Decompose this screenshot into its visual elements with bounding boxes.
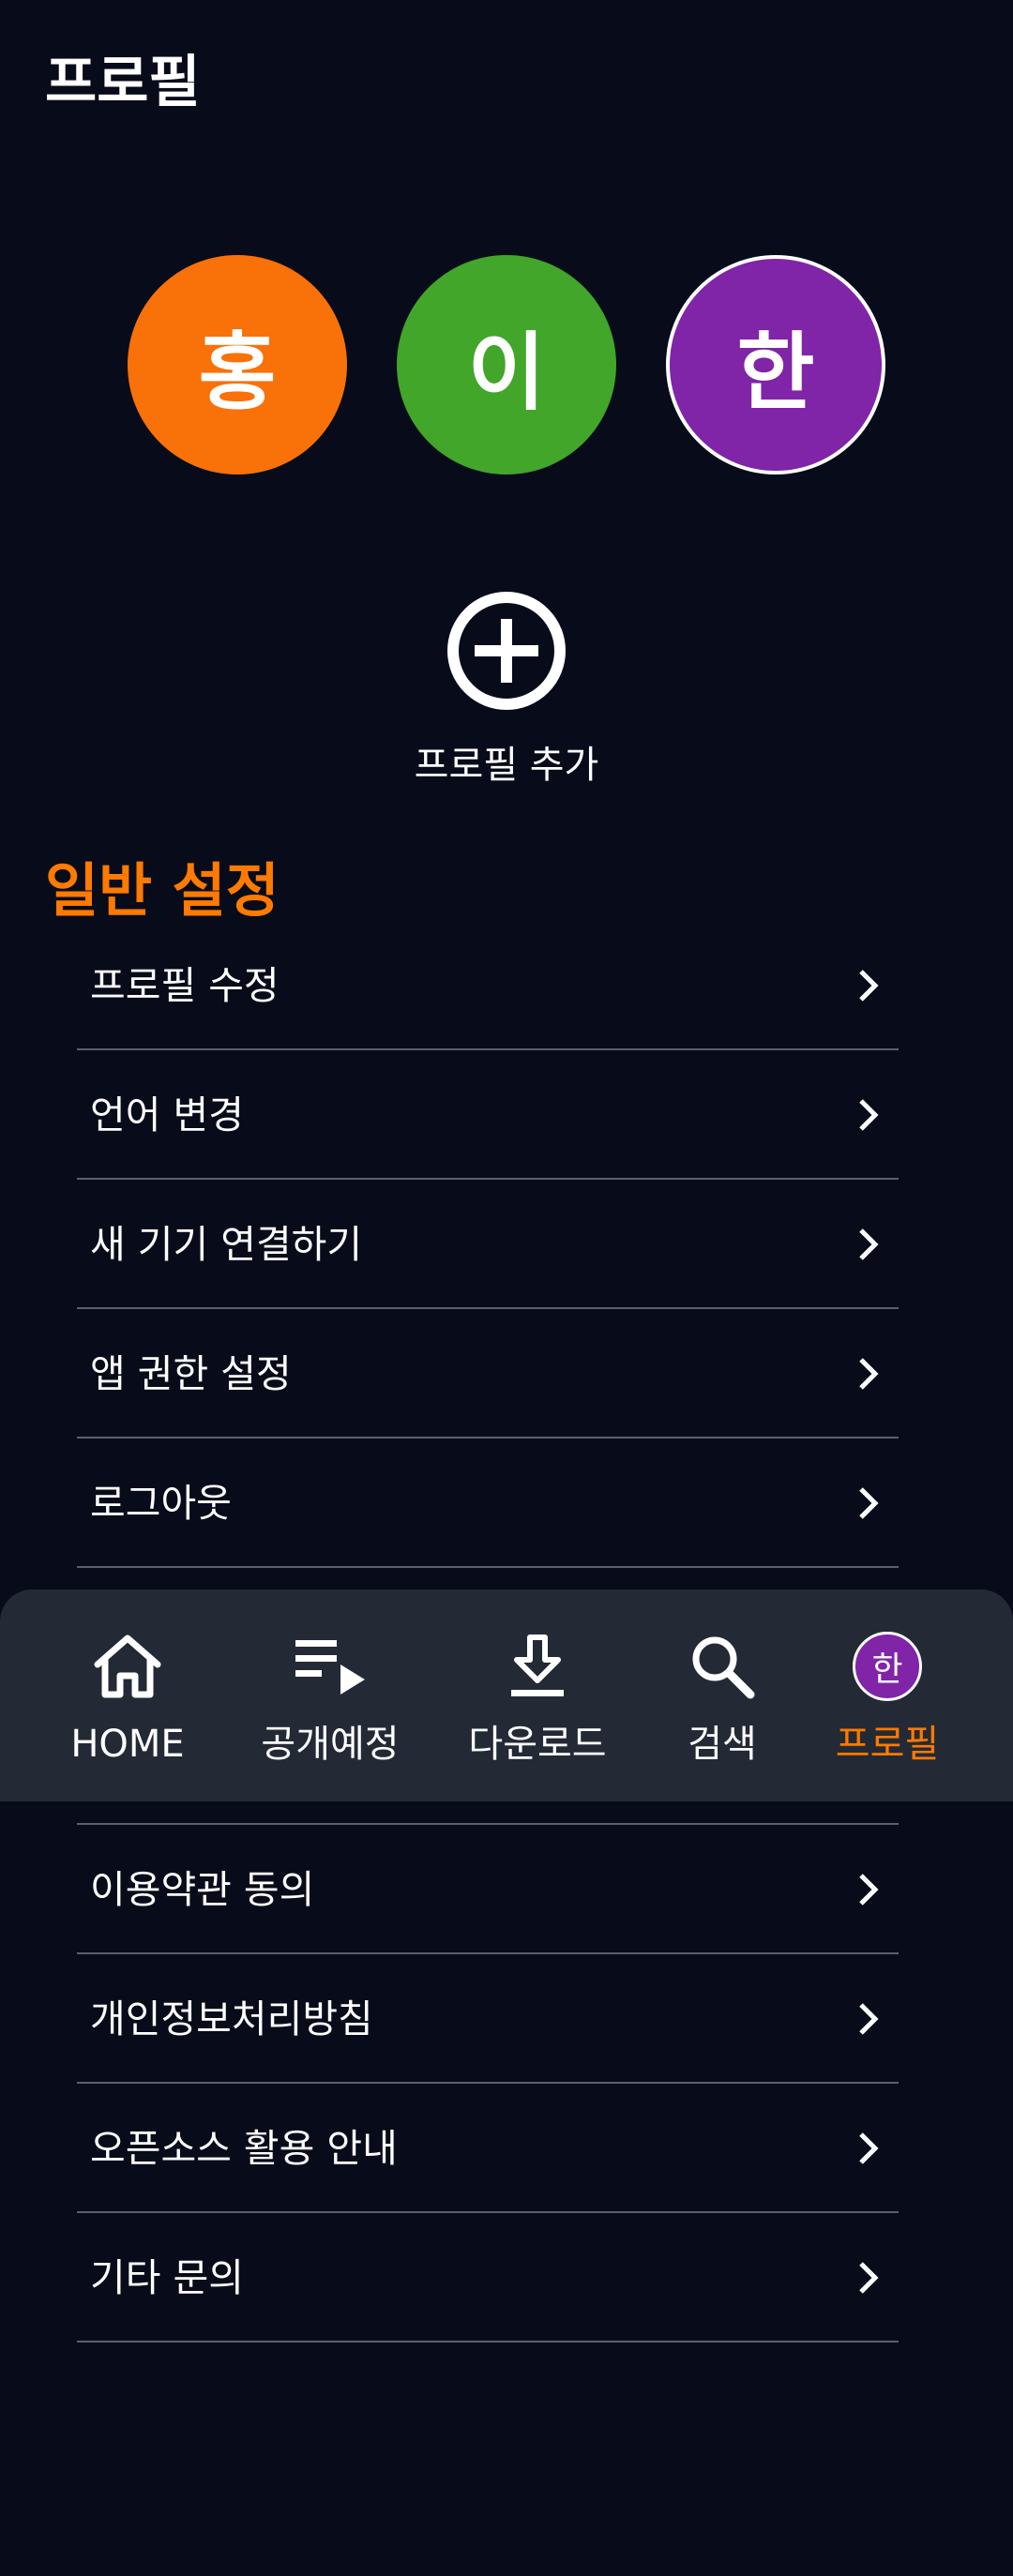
chevron-right-icon [859,1099,879,1131]
plus-circle-icon [447,592,566,710]
bottom-nav: HOME 공개예정 다운로드 검색 한 프로필 [0,1589,1013,1801]
profile-avatar-initial: 한 [736,324,815,422]
menu-item-change-language[interactable]: 언어 변경 [77,1052,899,1180]
menu-item-privacy-policy[interactable]: 개인정보처리방침 [77,1956,899,2084]
profile-avatar-initial: 이 [467,324,546,422]
menu-item-terms[interactable]: 이용약관 동의 [77,1827,899,1954]
profile-avatar-icon: 한 [850,1629,925,1704]
profile-page: 프로필 홍 이 한 프로필 추가 일반 설정 프로필 수정 언어 변경 새 기기… [0,0,1013,2576]
menu-item-label: 로그아웃 [90,1481,232,1526]
menu-item-app-permissions[interactable]: 앱 권한 설정 [77,1311,899,1439]
menu-item-open-source[interactable]: 오픈소스 활용 안내 [77,2086,899,2213]
nav-item-coming-soon[interactable]: 공개예정 [246,1589,415,1801]
menu-item-label: 기타 문의 [90,2255,244,2300]
playlist-icon [293,1629,368,1704]
menu-item-label: 개인정보처리방침 [90,1996,373,2041]
chevron-right-icon [859,1487,879,1519]
nav-item-search[interactable]: 검색 [657,1589,788,1801]
nav-item-home[interactable]: HOME [53,1589,203,1801]
add-profile-label: 프로필 추가 [414,744,599,787]
profile-avatar-lee[interactable]: 이 [397,255,616,475]
menu-item-other-inquiry[interactable]: 기타 문의 [77,2215,899,2343]
nav-item-download[interactable]: 다운로드 [458,1589,617,1801]
search-icon [685,1629,760,1704]
menu-item-logout[interactable]: 로그아웃 [77,1440,899,1568]
nav-item-profile[interactable]: 한 프로필 [822,1589,953,1801]
menu-item-connect-device[interactable]: 새 기기 연결하기 [77,1182,899,1309]
menu-item-label: 이용약관 동의 [90,1867,315,1912]
menu-item-label: 오픈소스 활용 안내 [90,2126,398,2171]
nav-label-download: 다운로드 [468,1723,607,1766]
profile-avatar-han[interactable]: 한 [666,255,885,475]
chevron-right-icon [859,2003,879,2035]
profile-avatar-hong[interactable]: 홍 [128,255,347,475]
menu-item-label: 프로필 수정 [90,963,280,1008]
nav-label-profile: 프로필 [835,1723,940,1766]
section-title-general-settings: 일반 설정 [45,856,280,925]
nav-profile-avatar: 한 [853,1632,922,1701]
nav-label-search: 검색 [688,1723,757,1766]
menu-item-edit-profile[interactable]: 프로필 수정 [77,923,899,1050]
download-icon [500,1629,575,1704]
chevron-right-icon [859,1358,879,1390]
nav-label-home: HOME [70,1723,185,1766]
chevron-right-icon [859,2262,879,2294]
menu-item-label: 언어 변경 [90,1092,244,1137]
page-title: 프로필 [45,50,201,115]
menu-item-label: 앱 권한 설정 [90,1351,292,1396]
nav-label-coming-soon: 공개예정 [261,1723,400,1766]
chevron-right-icon [859,1874,879,1906]
profile-avatar-initial: 홍 [198,324,277,422]
home-icon [90,1629,165,1704]
chevron-right-icon [859,2132,879,2164]
menu-item-label: 새 기기 연결하기 [90,1222,363,1267]
chevron-right-icon [859,1228,879,1260]
chevron-right-icon [859,970,879,1002]
